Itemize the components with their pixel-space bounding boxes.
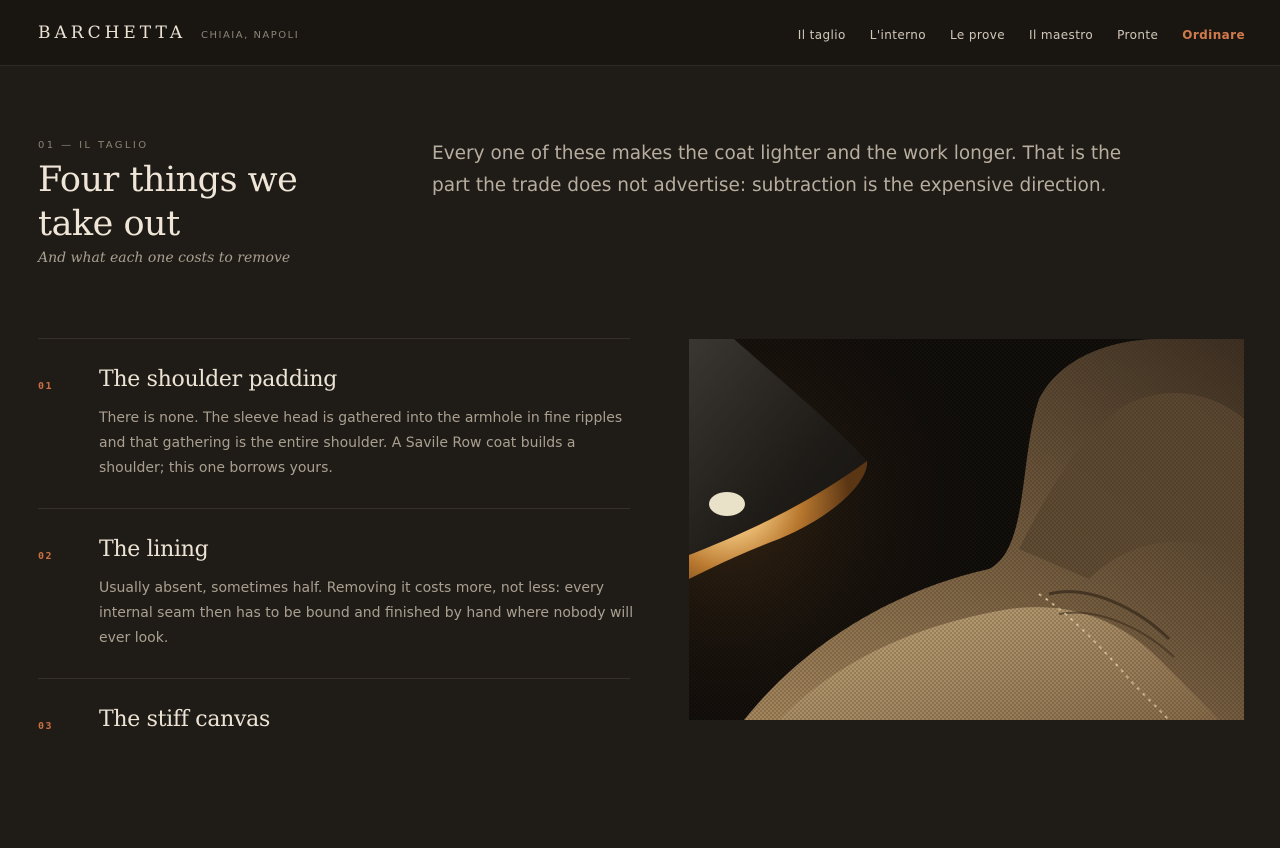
nav-link-le-prove[interactable]: Le prove [950, 28, 1005, 42]
nav-link-ordinare[interactable]: Ordinare [1182, 28, 1245, 42]
brand-location: CHIAIA, NAPOLI [201, 30, 300, 41]
nav-link-il-maestro[interactable]: Il maestro [1029, 28, 1093, 42]
item-number: 02 [38, 551, 54, 562]
item-description: There is none. The sleeve head is gather… [99, 410, 623, 476]
list-item: 01 The shoulder padding There is none. T… [38, 338, 630, 508]
page-subtitle: And what each one costs to remove [38, 250, 291, 266]
page-title: Four things we take out [38, 160, 298, 244]
brand-logo[interactable]: BARCHETTA [38, 23, 186, 43]
item-description: Usually absent, sometimes half. Removing… [99, 580, 634, 646]
list-item: 02 The lining Usually absent, sometimes … [38, 508, 633, 678]
nav-link-il-taglio[interactable]: Il taglio [798, 28, 846, 42]
item-title: The lining [99, 537, 209, 562]
item-title: The shoulder padding [99, 367, 338, 392]
item-number: 01 [38, 381, 54, 392]
list-item: 03 The stiff canvas [38, 678, 630, 848]
intro-lede: Every one of these makes the coat lighte… [432, 143, 1122, 196]
item-number: 03 [38, 721, 54, 732]
nav-link-pronte[interactable]: Pronte [1117, 28, 1158, 42]
main-nav: Il taglio L'interno Le prove Il maestro … [798, 28, 1245, 42]
removal-list: 01 The shoulder padding There is none. T… [38, 338, 633, 848]
section-eyebrow: 01 — IL TAGLIO [38, 140, 149, 151]
nav-link-l-interno[interactable]: L'interno [870, 28, 926, 42]
site-header: BARCHETTA CHIAIA, NAPOLI Il taglio L'int… [0, 0, 1280, 66]
lamp-and-jacket-photo [689, 339, 1244, 720]
